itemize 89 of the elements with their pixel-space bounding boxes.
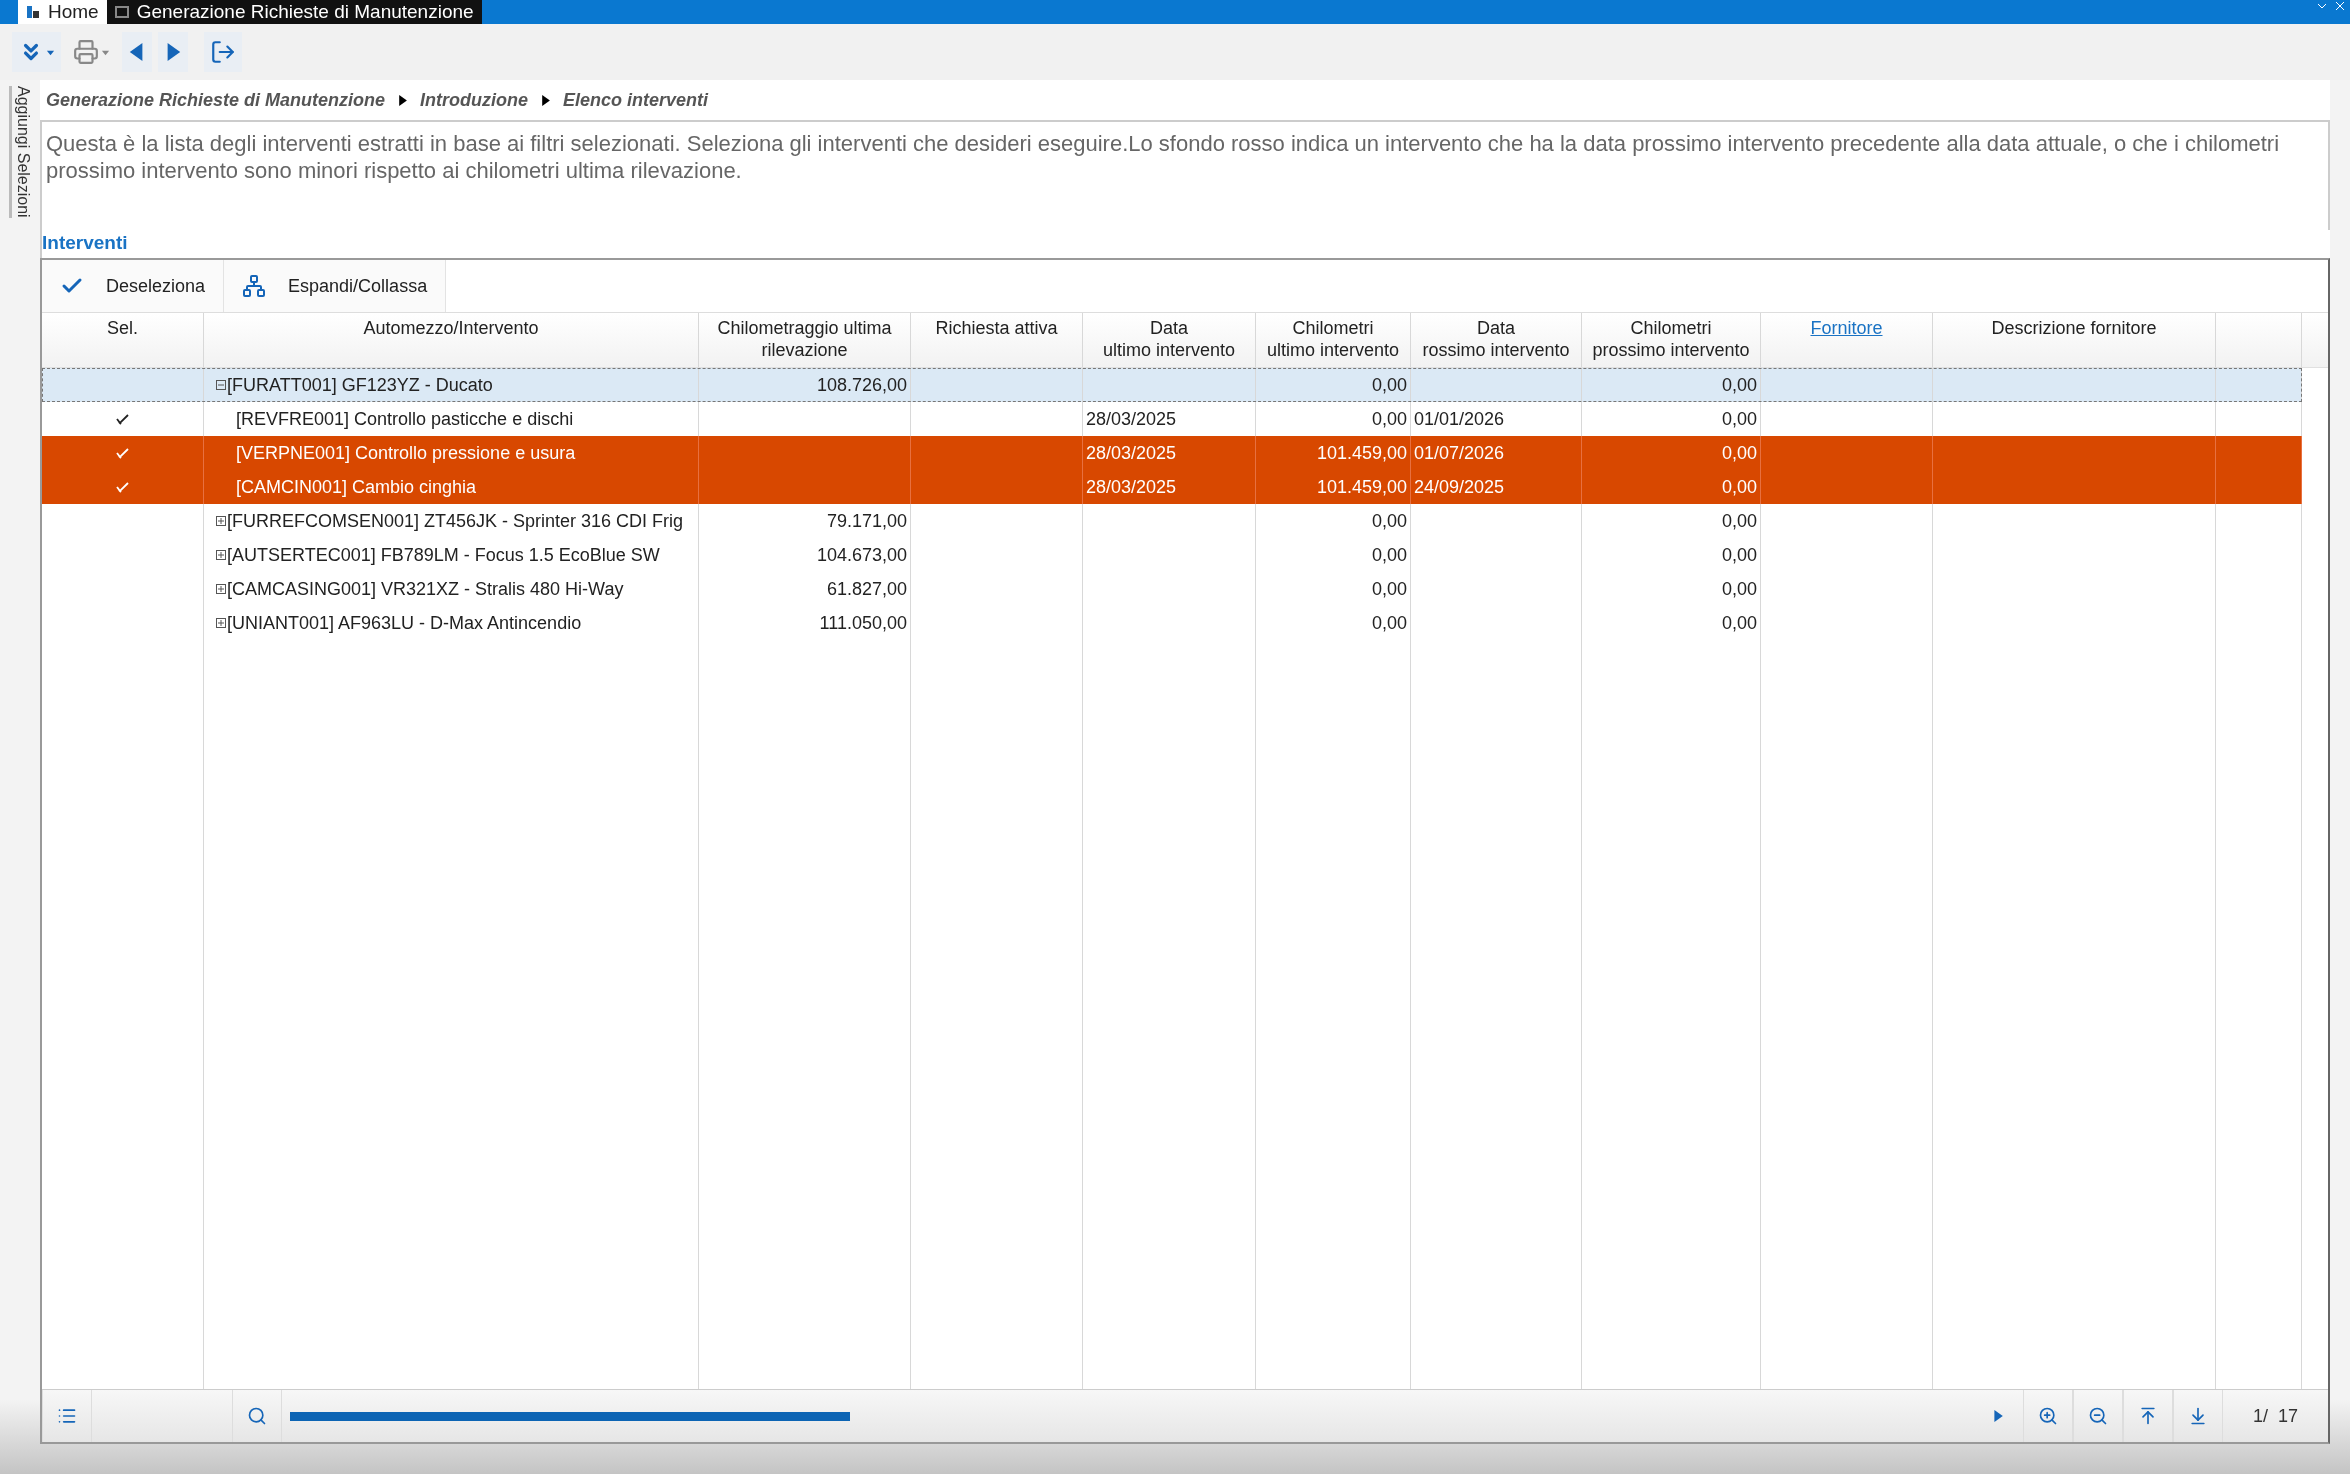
table-cell: 111.050,00: [819, 612, 907, 634]
zoom-in-button[interactable]: [2022, 1390, 2073, 1442]
table-cell: 108.726,00: [816, 374, 907, 396]
column-header[interactable]: Automezzo/Intervento: [204, 313, 699, 367]
table-cell: 0,00: [1721, 476, 1757, 498]
table-cell: 28/03/2025: [1086, 442, 1177, 464]
toolbar-button[interactable]: Espandi/Collassa: [224, 260, 447, 312]
table-cell: 0,00: [1721, 408, 1757, 430]
column-header[interactable]: Richiesta attiva: [911, 313, 1083, 367]
vehicle-name: [UNIANT001] AF963LU - D-Max Antincendio: [227, 612, 582, 634]
list-view-button[interactable]: [42, 1390, 92, 1442]
column-header[interactable]: Data ultimo intervento: [1083, 313, 1256, 367]
hierarchy-icon: [242, 274, 267, 298]
column-header[interactable]: Chilometri prossimo intervento: [1582, 313, 1761, 367]
window-tab[interactable]: Home: [18, 0, 107, 24]
breadcrumb-separator-icon: [540, 94, 552, 106]
table-row[interactable]: [VERPNE001] Controllo pressione e usura 28/03/2025 101.459,00 01/07/2026 0,00: [42, 436, 2302, 470]
column-header[interactable]: Descrizione fornitore: [1933, 313, 2216, 367]
print-icon: [73, 39, 99, 65]
table-cell: 28/03/2025: [1086, 408, 1177, 430]
table-cell: 0,00: [1371, 612, 1407, 634]
table-cell: 104.673,00: [816, 544, 907, 566]
vehicle-name: [AUTSERTEC001] FB789LM - Focus 1.5 EcoBlue SW: [227, 544, 660, 566]
last-page-button[interactable]: [2172, 1390, 2223, 1442]
table-row[interactable]: [FURATT001] GF123YZ - Ducato 108.726,00 0,00 0,00: [42, 368, 2302, 402]
column-header[interactable]: Chilometraggio ultima rilevazione: [699, 313, 911, 367]
table-cell: 0,00: [1721, 612, 1757, 634]
right-arrow-icon: [1991, 1410, 2004, 1422]
table-cell: 0,00: [1371, 408, 1407, 430]
search-icon: [247, 1406, 267, 1426]
table-cell: 0,00: [1721, 374, 1757, 396]
table-cell: 101.459,00: [1316, 476, 1407, 498]
zoom-in-icon: [2037, 1406, 2058, 1426]
table-row[interactable]: [CAMCIN001] Cambio cinghia 28/03/2025 101.459,00 24/09/2025 0,00: [42, 470, 2302, 504]
column-header[interactable]: Fornitore: [1761, 313, 1933, 367]
intervention-name: [CAMCIN001] Cambio cinghia: [236, 476, 477, 498]
list-icon: [57, 1406, 77, 1426]
first-page-button[interactable]: [2122, 1390, 2173, 1442]
breadcrumb-item[interactable]: Elenco interventi: [563, 89, 709, 111]
expand-icon[interactable]: [216, 550, 226, 560]
table-cell: 28/03/2025: [1086, 476, 1177, 498]
page-counter: 1/ 17: [2252, 1405, 2298, 1427]
expand-icon[interactable]: [216, 516, 226, 526]
forward-button[interactable]: [158, 32, 188, 72]
section-title: Interventi: [42, 232, 128, 253]
intervention-name: [REVFRE001] Controllo pasticche e dischi: [236, 408, 574, 430]
exit-icon: [210, 39, 236, 65]
breadcrumb-item[interactable]: Generazione Richieste di Manutenzione: [46, 89, 386, 111]
menu-button[interactable]: [12, 32, 61, 72]
table-cell: 0,00: [1721, 442, 1757, 464]
close-icon[interactable]: [2334, 0, 2346, 12]
expand-icon[interactable]: [216, 618, 226, 628]
column-header[interactable]: Sel.: [42, 313, 204, 367]
search-button[interactable]: [232, 1390, 282, 1442]
back-button[interactable]: [122, 32, 152, 72]
breadcrumb-item[interactable]: Introduzione: [420, 89, 529, 111]
column-header[interactable]: Data rossimo intervento: [1411, 313, 1582, 367]
breadcrumb-separator-icon: [397, 94, 409, 106]
collapse-icon[interactable]: [216, 380, 226, 390]
description-text: Questa è la lista degli interventi estratti in base ai filtri selezionati. Seleziona gli interventi che desideri eseguire.Lo sfondo rosso indica un intervento che ha la data prossimo intervento precedente alla data attuale, o che i chilometri prossimo intervento sono minori rispetto ai chilometri ultima rilevazione.: [46, 131, 2280, 183]
table-cell: 0,00: [1371, 374, 1407, 396]
window-tab[interactable]: Generazione Richieste di Manutenzione: [106, 0, 482, 24]
table-cell: 0,00: [1721, 510, 1757, 532]
table-cell: 101.459,00: [1316, 442, 1407, 464]
table-cell: 0,00: [1721, 544, 1757, 566]
grid-icon: [114, 5, 129, 19]
table-cell: 01/07/2026: [1414, 442, 1505, 464]
exit-button[interactable]: [204, 32, 242, 72]
table-cell: 01/01/2026: [1414, 408, 1505, 430]
table-cell: 0,00: [1721, 578, 1757, 600]
table-cell: 0,00: [1371, 510, 1407, 532]
intervention-name: [VERPNE001] Controllo pressione e usura: [236, 442, 576, 464]
zoom-out-icon: [2087, 1406, 2108, 1426]
table-cell: 61.827,00: [826, 578, 907, 600]
vehicle-name: [FURREFCOMSEN001] ZT456JK - Sprinter 316 CDI Frig: [227, 510, 684, 532]
table-cell: 79.171,00: [826, 510, 907, 532]
column-header[interactable]: Chilometri ultimo intervento: [1256, 313, 1411, 367]
table-cell: 24/09/2025: [1414, 476, 1505, 498]
scrollbar-thumb[interactable]: [290, 1411, 850, 1421]
toolbar-button[interactable]: Deseleziona: [42, 260, 225, 312]
check-icon[interactable]: [115, 413, 130, 425]
side-panel-tab[interactable]: Aggiungi Selezioni: [8, 86, 32, 218]
vehicle-name: [FURATT001] GF123YZ - Ducato: [227, 374, 493, 396]
expand-icon[interactable]: [216, 584, 226, 594]
table-cell: 0,00: [1371, 578, 1407, 600]
app-icon: [26, 5, 40, 19]
table-cell: 0,00: [1371, 544, 1407, 566]
zoom-out-button[interactable]: [2072, 1390, 2123, 1442]
vehicle-name: [CAMCASING001] VR321XZ - Stralis 480 Hi-Way: [227, 578, 624, 600]
